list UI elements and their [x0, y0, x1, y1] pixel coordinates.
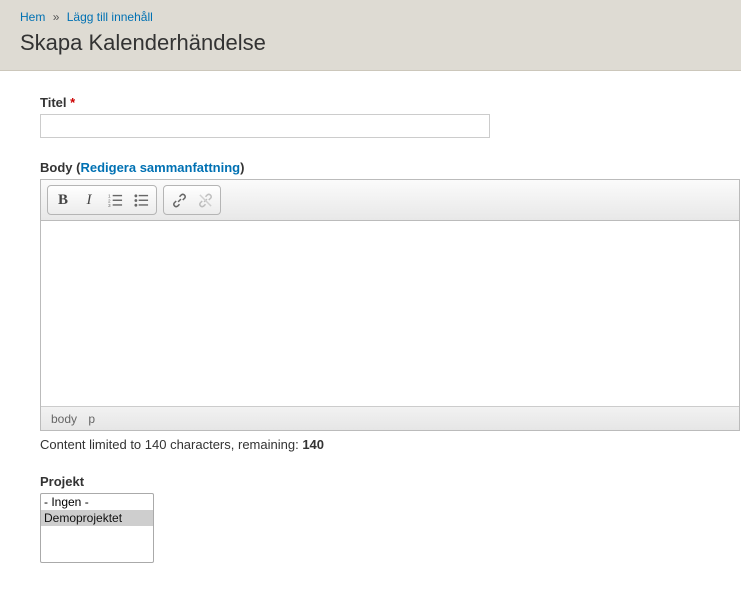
svg-text:3: 3 — [108, 203, 111, 208]
link-icon — [172, 193, 187, 208]
editor-toolbar: B I 123 — [41, 180, 739, 221]
unordered-list-button[interactable] — [128, 188, 154, 212]
title-label: Titel * — [40, 95, 741, 110]
project-select[interactable]: - Ingen -Demoprojektet — [40, 493, 154, 563]
editor-path-body[interactable]: body — [51, 412, 77, 426]
unlink-icon — [198, 193, 213, 208]
project-option[interactable]: - Ingen - — [41, 494, 153, 510]
title-input[interactable] — [40, 114, 490, 138]
rich-text-editor: B I 123 — [40, 179, 740, 431]
ordered-list-icon: 123 — [108, 193, 123, 208]
editor-path-p[interactable]: p — [88, 412, 95, 426]
project-option[interactable]: Demoprojektet — [41, 510, 153, 526]
body-label: Body (Redigera sammanfattning) — [40, 160, 741, 175]
editor-status-bar: body p — [41, 406, 739, 430]
bold-button[interactable]: B — [50, 188, 76, 212]
required-marker: * — [70, 95, 75, 110]
edit-summary-link[interactable]: Redigera sammanfattning — [80, 160, 240, 175]
italic-button[interactable]: I — [76, 188, 102, 212]
link-button[interactable] — [166, 188, 192, 212]
unordered-list-icon — [134, 193, 149, 208]
char-remaining-count: 140 — [302, 437, 324, 452]
editor-content-area[interactable] — [41, 221, 739, 406]
breadcrumb-separator: » — [53, 10, 60, 24]
breadcrumb-home-link[interactable]: Hem — [20, 10, 45, 24]
breadcrumb: Hem » Lägg till innehåll — [20, 10, 721, 24]
breadcrumb-add-content-link[interactable]: Lägg till innehåll — [67, 10, 153, 24]
unlink-button[interactable] — [192, 188, 218, 212]
ordered-list-button[interactable]: 123 — [102, 188, 128, 212]
char-limit-text: Content limited to 140 characters, remai… — [40, 437, 741, 452]
page-title: Skapa Kalenderhändelse — [20, 30, 721, 56]
project-label: Projekt — [40, 474, 741, 489]
